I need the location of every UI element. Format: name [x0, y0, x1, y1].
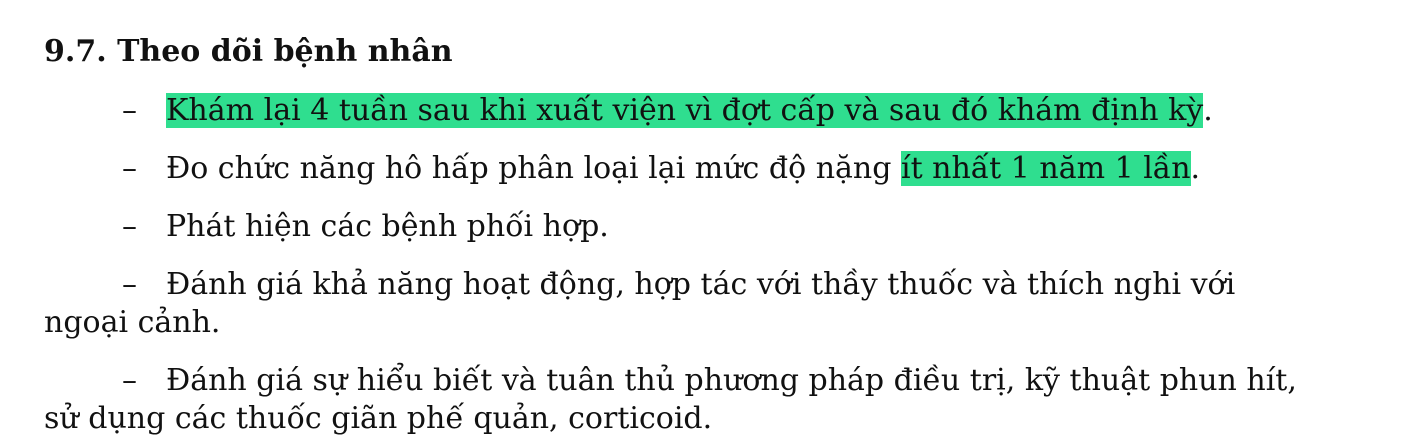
list-item-treatment-adherence: – Đánh giá sự hiểu biết và tuân thủ phươn…	[44, 362, 1304, 438]
list-item-lung-function: – Đo chức năng hô hấp phân loại lại mức đ…	[44, 150, 1304, 188]
item-text: Đánh giá sự hiểu biết và tuân thủ phương…	[44, 363, 1297, 436]
list-dash: –	[122, 209, 137, 244]
list-dash: –	[122, 363, 137, 398]
list-item-activity-assessment: – Đánh giá khả năng hoạt động, hợp tác vớ…	[44, 266, 1304, 342]
list-dash: –	[122, 151, 137, 186]
item-text: Đánh giá khả năng hoạt động, hợp tác với…	[44, 267, 1236, 340]
item-text-end: .	[1190, 151, 1201, 186]
document-page: 9.7. Theo dõi bệnh nhân – Khám lại 4 tuần…	[0, 0, 1422, 444]
section-heading: 9.7. Theo dõi bệnh nhân	[44, 34, 453, 69]
list-item-follow-up-visit: – Khám lại 4 tuần sau khi xuất viện vì đợ…	[44, 92, 1304, 130]
item-text: Đo chức năng hô hấp phân loại lại mức độ…	[166, 151, 901, 186]
highlighted-text: Khám lại 4 tuần sau khi xuất viện vì đợt…	[166, 93, 1204, 128]
list-item-comorbidities: – Phát hiện các bệnh phối hợp.	[44, 208, 1304, 246]
item-text-end: .	[1203, 93, 1213, 128]
list-dash: –	[122, 267, 137, 302]
item-text: Phát hiện các bệnh phối hợp.	[166, 209, 609, 244]
highlighted-text: ít nhất 1 năm 1 lần	[900, 151, 1191, 186]
list-dash: –	[122, 93, 137, 128]
